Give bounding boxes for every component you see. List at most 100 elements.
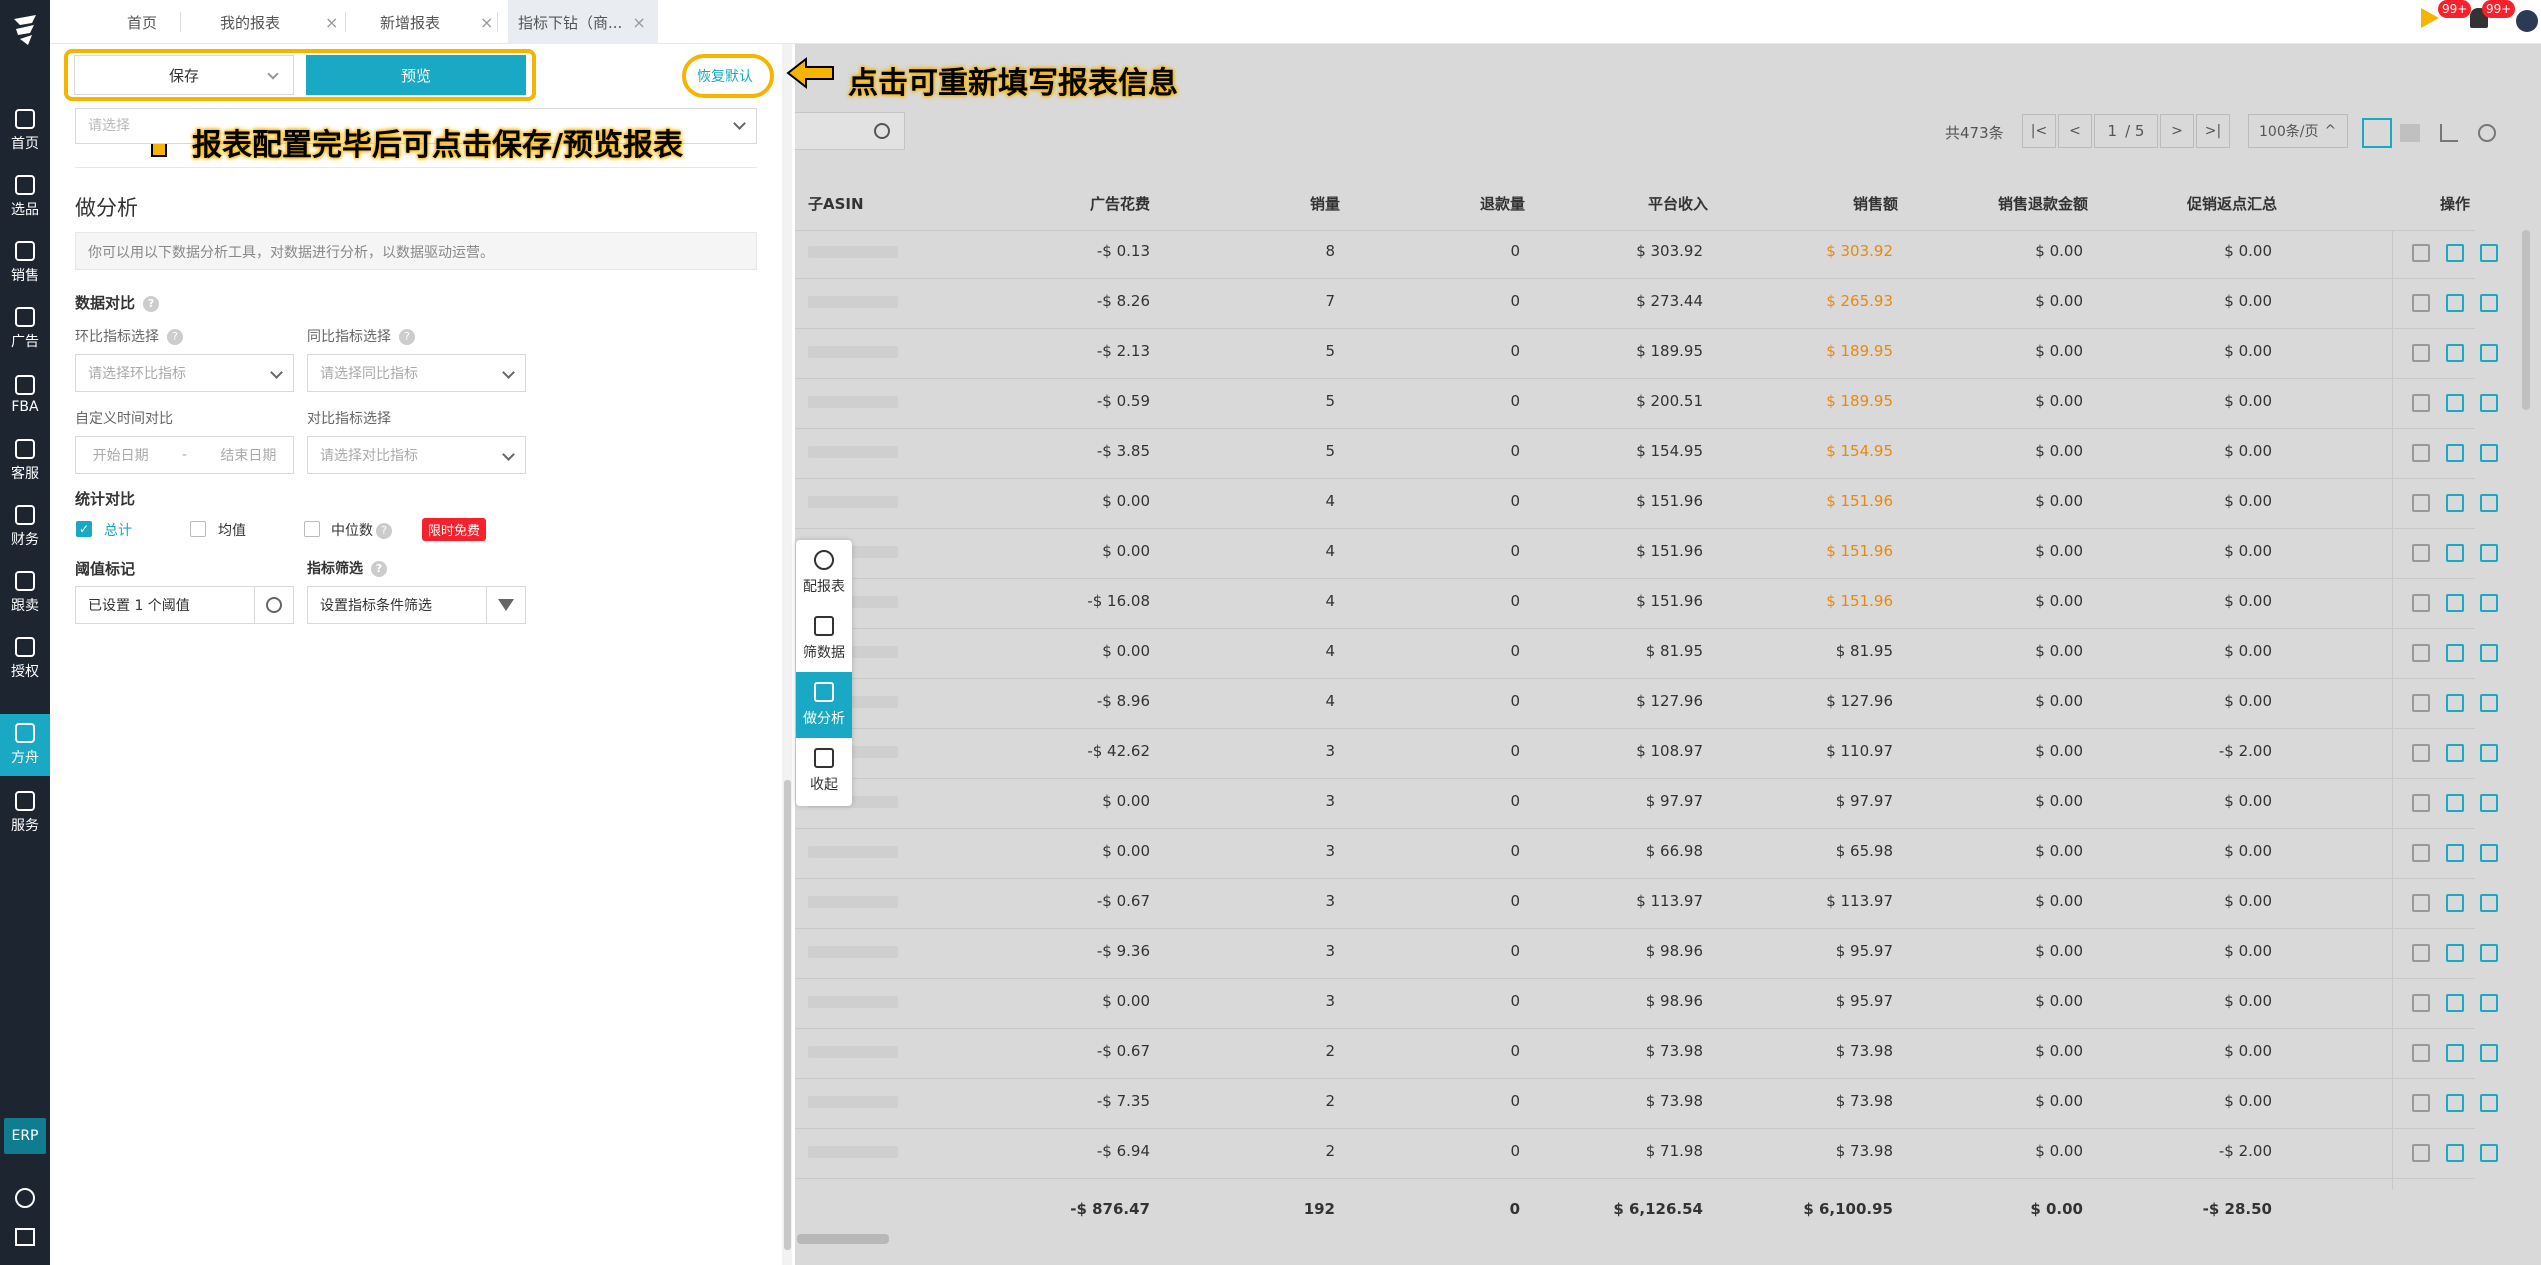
trend-icon[interactable] [2446, 394, 2464, 412]
floating-menu-item-0[interactable]: 配报表 [796, 540, 852, 606]
trend-icon[interactable] [2446, 894, 2464, 912]
bar-chart-icon[interactable] [2480, 444, 2498, 462]
trend-icon[interactable] [2446, 1144, 2464, 1162]
detail-icon[interactable] [2412, 344, 2430, 362]
trend-icon[interactable] [2446, 594, 2464, 612]
last-page-button[interactable]: >| [2196, 114, 2230, 148]
nav-item-0[interactable]: 首页 [0, 100, 50, 162]
bar-chart-icon[interactable] [2480, 244, 2498, 262]
grid-view-icon[interactable] [2400, 124, 2420, 142]
detail-icon[interactable] [2412, 644, 2430, 662]
floating-menu-item-3[interactable]: 收起 [796, 738, 852, 804]
floating-menu-item-2[interactable]: 做分析 [796, 672, 852, 738]
column-header-asin[interactable]: 子ASIN [808, 186, 864, 220]
erp-button[interactable]: ERP [4, 1118, 46, 1154]
help-icon[interactable] [15, 1188, 35, 1208]
column-header[interactable]: 销售退款金额 [1908, 186, 2088, 220]
first-page-button[interactable]: |< [2022, 114, 2056, 148]
column-header[interactable]: 促销返点汇总 [2097, 186, 2277, 220]
detail-icon[interactable] [2412, 744, 2430, 762]
panel-scrollbar[interactable] [784, 780, 791, 1250]
close-icon[interactable]: × [480, 13, 493, 32]
bar-chart-icon[interactable] [2480, 994, 2498, 1012]
flag-icon[interactable] [2421, 8, 2439, 28]
search-icon[interactable] [874, 123, 890, 139]
table-view-icon[interactable] [2362, 118, 2392, 148]
trend-icon[interactable] [2446, 1094, 2464, 1112]
bar-chart-icon[interactable] [2480, 594, 2498, 612]
trend-icon[interactable] [2446, 644, 2464, 662]
contrast-select[interactable]: 请选择对比指标 [307, 436, 526, 474]
help-icon[interactable]: ? [167, 329, 183, 345]
date-range-picker[interactable]: 开始日期 - 结束日期 [75, 436, 294, 474]
app-logo[interactable] [0, 0, 50, 60]
detail-icon[interactable] [2412, 944, 2430, 962]
nav-item-7[interactable]: 跟卖 [0, 562, 50, 624]
end-date-input[interactable]: 结束日期 [220, 445, 276, 465]
close-icon[interactable]: × [632, 13, 645, 32]
tab-my-reports[interactable]: 我的报表 × [220, 0, 338, 44]
detail-icon[interactable] [2412, 544, 2430, 562]
help-icon[interactable]: ? [399, 329, 415, 345]
bar-chart-icon[interactable] [2480, 894, 2498, 912]
bar-chart-icon[interactable] [2480, 694, 2498, 712]
bar-chart-icon[interactable] [2480, 944, 2498, 962]
nav-item-2[interactable]: 销售 [0, 232, 50, 294]
detail-icon[interactable] [2412, 794, 2430, 812]
filter-field[interactable]: 设置指标条件筛选 [307, 586, 487, 624]
avatar[interactable] [2516, 10, 2538, 32]
bar-chart-icon[interactable] [2480, 1144, 2498, 1162]
nav-item-6[interactable]: 财务 [0, 496, 50, 558]
yoy-select[interactable]: 请选择同比指标 [307, 354, 526, 392]
total-checkbox[interactable]: ✓ [76, 521, 92, 537]
detail-icon[interactable] [2412, 694, 2430, 712]
tab-home[interactable]: 首页 [102, 0, 182, 44]
detail-icon[interactable] [2412, 844, 2430, 862]
nav-item-1[interactable]: 选品 [0, 166, 50, 228]
bar-chart-icon[interactable] [2480, 394, 2498, 412]
trend-icon[interactable] [2446, 244, 2464, 262]
trend-icon[interactable] [2446, 694, 2464, 712]
tab-new-report[interactable]: 新增报表 × [380, 0, 493, 44]
column-header[interactable]: 退款量 [1345, 186, 1525, 220]
floating-menu-item-1[interactable]: 筛数据 [796, 606, 852, 672]
nav-item-8[interactable]: 授权 [0, 628, 50, 690]
nav-item-5[interactable]: 客服 [0, 430, 50, 492]
trend-icon[interactable] [2446, 944, 2464, 962]
detail-icon[interactable] [2412, 894, 2430, 912]
trend-icon[interactable] [2446, 294, 2464, 312]
pie-chart-icon[interactable] [2478, 124, 2496, 142]
detail-icon[interactable] [2412, 394, 2430, 412]
detail-icon[interactable] [2412, 1144, 2430, 1162]
bar-chart-icon[interactable] [2480, 1044, 2498, 1062]
detail-icon[interactable] [2412, 594, 2430, 612]
help-icon[interactable]: ? [376, 523, 392, 539]
trend-icon[interactable] [2446, 994, 2464, 1012]
detail-icon[interactable] [2412, 494, 2430, 512]
nav-item-9[interactable]: 方舟 [0, 714, 50, 776]
reset-default-link[interactable]: 恢复默认 [697, 66, 753, 86]
detail-icon[interactable] [2412, 244, 2430, 262]
bar-chart-icon[interactable] [2480, 644, 2498, 662]
bar-chart-icon[interactable] [2480, 494, 2498, 512]
prev-page-button[interactable]: < [2058, 114, 2092, 148]
gift-icon[interactable] [15, 1228, 35, 1246]
bar-chart-icon[interactable] [2480, 794, 2498, 812]
trend-icon[interactable] [2446, 744, 2464, 762]
trend-icon[interactable] [2446, 444, 2464, 462]
bar-chart-icon[interactable] [2480, 294, 2498, 312]
filter-button[interactable] [486, 586, 526, 624]
preview-button[interactable]: 预览 [306, 55, 526, 95]
bar-chart-icon[interactable] [2480, 1094, 2498, 1112]
horizontal-scrollbar[interactable] [797, 1234, 889, 1244]
nav-item-3[interactable]: 广告 [0, 298, 50, 360]
next-page-button[interactable]: > [2160, 114, 2194, 148]
detail-icon[interactable] [2412, 994, 2430, 1012]
column-header[interactable]: 广告花费 [970, 186, 1150, 220]
ring-select[interactable]: 请选择环比指标 [75, 354, 294, 392]
trend-icon[interactable] [2446, 544, 2464, 562]
close-icon[interactable]: × [325, 13, 338, 32]
threshold-field[interactable]: 已设置 1 个阈值 [75, 586, 255, 624]
page-size-select[interactable]: 100条/页 ^ [2248, 114, 2348, 148]
bar-chart-icon[interactable] [2480, 344, 2498, 362]
